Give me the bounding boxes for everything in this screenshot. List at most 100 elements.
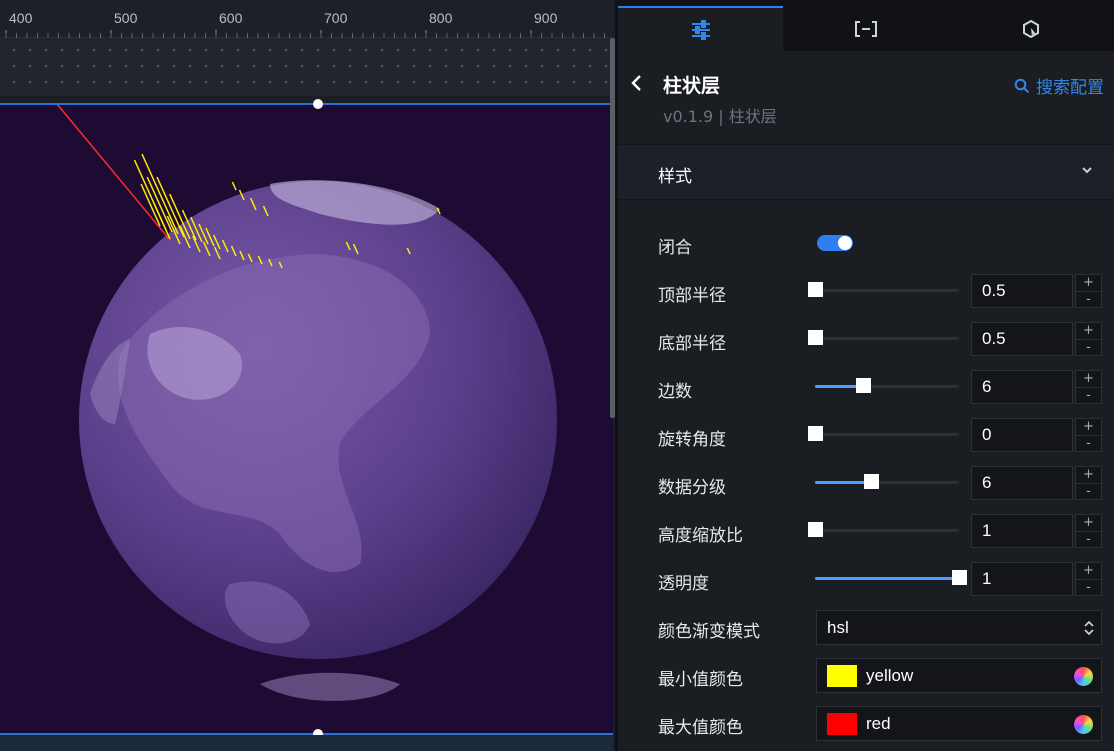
bracket-box-icon xyxy=(854,20,877,37)
data-bar xyxy=(141,153,179,235)
gradient-mode-select[interactable]: hsl xyxy=(816,610,1102,645)
ruler-label: 800 xyxy=(429,10,453,26)
sliders-icon xyxy=(691,19,710,40)
panel-tabs xyxy=(618,0,1114,51)
color-wheel-icon[interactable] xyxy=(1074,667,1093,686)
top-radius-input[interactable]: 0.5 xyxy=(971,274,1073,308)
max-color-value: red xyxy=(866,713,891,733)
bottom-radius-label: 底部半径 xyxy=(658,334,726,354)
increment-button[interactable]: + xyxy=(1075,562,1102,580)
increment-button[interactable]: + xyxy=(1075,466,1102,484)
top-radius-label: 顶部半径 xyxy=(658,286,726,306)
data-levels-slider[interactable] xyxy=(815,474,959,489)
height-scale-label: 高度缩放比 xyxy=(658,526,743,546)
max-color-label: 最大值颜色 xyxy=(658,718,743,738)
canvas-grid-strip xyxy=(0,38,613,96)
ruler-label: 600 xyxy=(219,10,243,26)
bottom-radius-slider[interactable] xyxy=(808,330,959,345)
color-wheel-icon[interactable] xyxy=(1074,715,1093,734)
ruler-label: 500 xyxy=(114,10,138,26)
max-color-picker[interactable]: red xyxy=(816,706,1102,741)
back-arrow-icon[interactable] xyxy=(628,73,646,93)
increment-button[interactable]: + xyxy=(1075,322,1102,340)
continent-antarctica xyxy=(260,672,400,701)
tab-style[interactable] xyxy=(618,6,783,51)
opacity-label: 透明度 xyxy=(658,574,709,594)
top-radius-stepper: + - xyxy=(1075,274,1102,308)
increment-button[interactable]: + xyxy=(1075,274,1102,292)
tab-data[interactable] xyxy=(783,6,948,51)
data-bar xyxy=(231,181,237,191)
select-arrows-icon xyxy=(1084,620,1094,636)
chevron-down-icon xyxy=(1082,167,1092,174)
ruler-ticks xyxy=(5,30,605,38)
rotation-stepper: + - xyxy=(1075,418,1102,452)
slider-thumb[interactable] xyxy=(808,522,823,537)
sides-slider[interactable] xyxy=(815,378,959,393)
decrement-button[interactable]: - xyxy=(1075,435,1102,452)
opacity-input[interactable]: 1 xyxy=(971,562,1073,596)
min-color-swatch xyxy=(827,664,857,687)
rotation-slider[interactable] xyxy=(808,426,959,441)
ruler-label: 700 xyxy=(324,10,348,26)
min-color-value: yellow xyxy=(866,665,914,685)
data-levels-stepper: + - xyxy=(1075,466,1102,500)
slider-thumb[interactable] xyxy=(952,570,967,585)
rotation-input[interactable]: 0 xyxy=(971,418,1073,452)
bottom-radius-stepper: + - xyxy=(1075,322,1102,356)
slider-thumb[interactable] xyxy=(808,282,823,297)
decrement-button[interactable]: - xyxy=(1075,291,1102,308)
style-section-header[interactable]: 样式 xyxy=(618,144,1114,200)
slider-thumb[interactable] xyxy=(855,378,871,393)
horizontal-ruler: 400 500 600 700 800 900 xyxy=(0,0,613,38)
height-scale-stepper: + - xyxy=(1075,514,1102,548)
slider-thumb[interactable] xyxy=(808,330,823,345)
min-color-label: 最小值颜色 xyxy=(658,670,743,690)
section-title: 样式 xyxy=(658,167,692,187)
search-icon xyxy=(1014,78,1030,93)
closed-toggle[interactable] xyxy=(817,235,853,251)
slider-fill xyxy=(815,481,872,484)
globe-scene[interactable] xyxy=(0,103,613,735)
slider-thumb[interactable] xyxy=(864,474,880,489)
search-config-label: 搜索配置 xyxy=(1036,78,1104,98)
search-config-button[interactable]: 搜索配置 xyxy=(1014,73,1104,98)
selection-border-top xyxy=(0,103,613,105)
decrement-button[interactable]: - xyxy=(1075,531,1102,548)
decrement-button[interactable]: - xyxy=(1075,387,1102,404)
increment-button[interactable]: + xyxy=(1075,418,1102,436)
sides-stepper: + - xyxy=(1075,370,1102,404)
increment-button[interactable]: + xyxy=(1075,370,1102,388)
height-scale-input[interactable]: 1 xyxy=(971,514,1073,548)
data-levels-label: 数据分级 xyxy=(658,478,726,498)
decrement-button[interactable]: - xyxy=(1075,579,1102,596)
opacity-slider[interactable] xyxy=(815,570,967,585)
sides-input[interactable]: 6 xyxy=(971,370,1073,404)
tab-interaction[interactable] xyxy=(948,6,1114,51)
layer-header: 柱状层 v0.1.9 | 柱状层 搜索配置 xyxy=(618,51,1114,144)
top-radius-slider[interactable] xyxy=(808,282,959,297)
decrement-button[interactable]: - xyxy=(1075,483,1102,500)
resize-handle-top[interactable] xyxy=(313,99,323,109)
data-levels-input[interactable]: 6 xyxy=(971,466,1073,500)
gradient-mode-value: hsl xyxy=(827,617,849,637)
slider-thumb[interactable] xyxy=(808,426,823,441)
data-bar xyxy=(140,183,161,227)
min-color-picker[interactable]: yellow xyxy=(816,658,1102,693)
layer-title: 柱状层 xyxy=(663,75,721,97)
bottom-radius-input[interactable]: 0.5 xyxy=(971,322,1073,356)
decrement-button[interactable]: - xyxy=(1075,339,1102,356)
increment-button[interactable]: + xyxy=(1075,514,1102,532)
globe-visualization xyxy=(56,103,557,701)
canvas-bottom-strip xyxy=(0,735,613,751)
opacity-stepper: + - xyxy=(1075,562,1102,596)
closed-label: 闭合 xyxy=(658,238,692,258)
gradient-mode-label: 颜色渐变模式 xyxy=(658,622,760,642)
layer-version: v0.1.9 | 柱状层 xyxy=(663,107,777,126)
ruler-label: 400 xyxy=(9,10,33,26)
rotation-label: 旋转角度 xyxy=(658,430,726,450)
ruler-label: 900 xyxy=(534,10,558,26)
canvas-area[interactable]: 400 500 600 700 800 900 xyxy=(0,0,617,751)
toggle-knob xyxy=(838,236,852,250)
height-scale-slider[interactable] xyxy=(808,522,959,537)
